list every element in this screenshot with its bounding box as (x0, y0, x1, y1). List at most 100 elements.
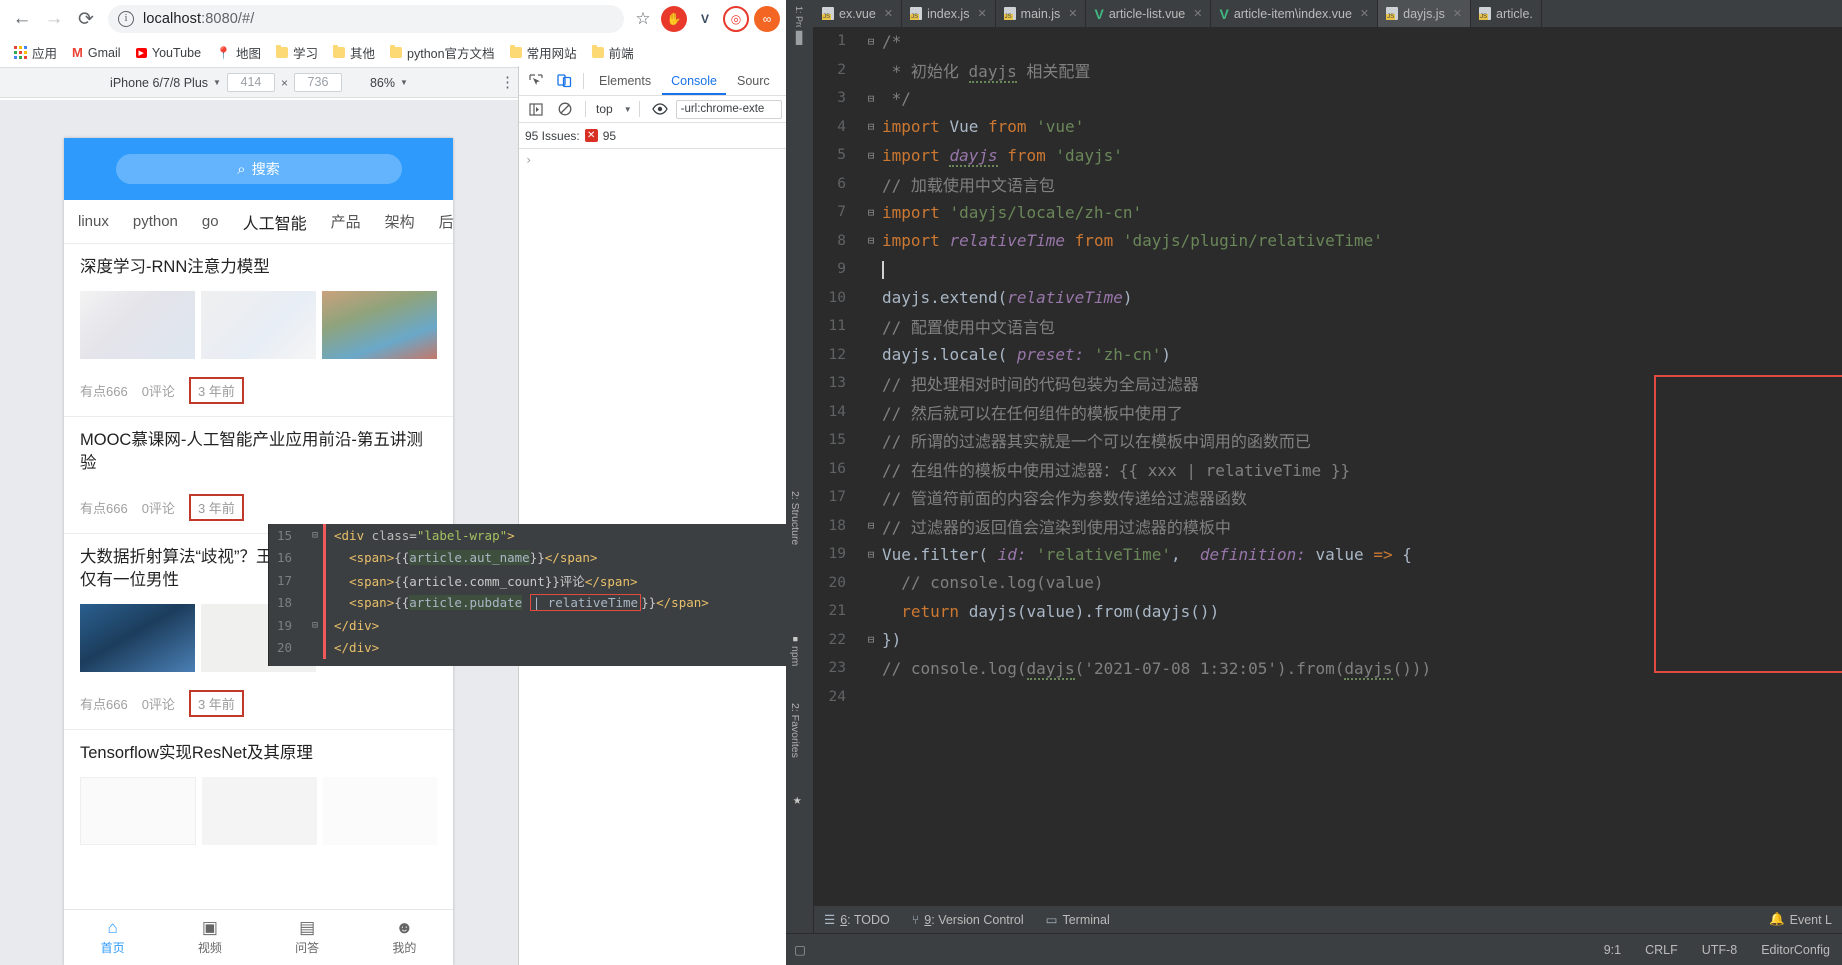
inspect-element-icon[interactable] (523, 69, 549, 93)
hide-toolwindows-icon[interactable]: ▢ (786, 942, 814, 957)
npm-tool-button[interactable]: npm (789, 642, 801, 670)
left-tool-window-bar: ▉ 2: Structure ▪ npm 2: Favorites ★ (786, 27, 814, 933)
device-zoom-select[interactable]: 86% (370, 76, 395, 90)
extension-icon-3[interactable]: ◎ (723, 6, 749, 32)
close-icon[interactable]: ✕ (1453, 7, 1462, 20)
issues-bar[interactable]: 95 Issues: ✕ 95 (519, 123, 786, 149)
device-toolbar-menu-button[interactable]: ⋮ (500, 75, 515, 90)
execution-context-select[interactable]: top (593, 102, 616, 116)
vue-devtools-extension-icon[interactable]: V (692, 6, 718, 32)
editor-tab-index-js[interactable]: index.js ✕ (902, 0, 996, 27)
search-input[interactable]: ⌕ 搜索 (115, 154, 402, 184)
site-info-icon[interactable]: i (118, 11, 134, 27)
device-width-input[interactable]: 414 (226, 73, 275, 92)
fold-icon[interactable]: ⊟ (307, 530, 323, 541)
close-icon[interactable]: ✕ (884, 7, 893, 20)
article-item[interactable]: MOOC慕课网-人工智能产业应用前沿-第五讲测验 有点666 0评论 3 年前 (64, 417, 453, 535)
clear-console-icon[interactable] (552, 97, 578, 121)
bookmark-apps[interactable]: 应用 (8, 40, 63, 65)
editor-tab-article[interactable]: article. (1471, 0, 1542, 27)
file-encoding[interactable]: UTF-8 (1690, 943, 1749, 957)
editor-tab-article-item-index-vue[interactable]: V article-item\index.vue ✕ (1211, 0, 1379, 27)
tabbar-item-qa[interactable]: ▤ 问答 (259, 910, 356, 965)
close-icon[interactable]: ✕ (1068, 7, 1077, 20)
bookmark-gmail[interactable]: M Gmail (66, 42, 127, 63)
editor-tab-dayjs-js[interactable]: dayjs.js ✕ (1378, 0, 1472, 27)
code-editor[interactable]: 1 ⊟/* 2 * 初始化 dayjs 相关配置 3 ⊟ */ 4 ⊟ import V… (814, 27, 1842, 905)
project-folder-icon[interactable]: ▉ (786, 27, 813, 49)
article-item[interactable]: Tensorflow实现ResNet及其原理 (64, 730, 453, 845)
editor-tab-main-js[interactable]: main.js ✕ (996, 0, 1087, 27)
tab-elements[interactable]: Elements (590, 67, 660, 95)
context-chevron-down-icon[interactable]: ▼ (624, 105, 632, 114)
favorites-star-icon[interactable]: ★ (793, 792, 801, 808)
fold-icon[interactable]: ⊟ (860, 149, 882, 162)
console-filter-input[interactable]: -url:chrome-exte (675, 99, 782, 119)
device-select[interactable]: iPhone 6/7/8 Plus (110, 76, 208, 90)
reload-button[interactable]: ⟳ (70, 3, 102, 35)
extension-icon-4[interactable]: ∞ (754, 6, 780, 32)
editor-tab-label: article-item\index.vue (1233, 6, 1352, 21)
code-text: }) (882, 630, 902, 650)
editor-tab-ex-vue[interactable]: ex.vue ✕ (814, 0, 903, 27)
toggle-device-toolbar-icon[interactable] (551, 69, 577, 93)
tabbar-item-home[interactable]: ⌂ 首页 (64, 910, 161, 965)
close-icon[interactable]: ✕ (977, 7, 986, 20)
channel-tab-product[interactable]: 产品 (331, 207, 361, 236)
bookmark-folder-study[interactable]: 学习 (270, 40, 324, 65)
fold-icon[interactable]: ⊟ (860, 633, 882, 646)
close-icon[interactable]: ✕ (1360, 7, 1369, 20)
bookmark-star-icon[interactable]: ☆ (630, 6, 656, 32)
tool-window-terminal[interactable]: ▭ Terminal (1046, 912, 1110, 928)
project-tab-label[interactable]: 1: Project (794, 2, 804, 27)
bookmark-folder-other[interactable]: 其他 (327, 40, 381, 65)
editorconfig-status[interactable]: EditorConfig (1749, 943, 1842, 957)
tool-window-todo[interactable]: ☰ 6: TODO (824, 912, 890, 928)
bookmark-folder-frontend[interactable]: 前端 (586, 40, 640, 65)
fold-icon[interactable]: ⊟ (860, 35, 882, 48)
live-expression-icon[interactable] (647, 97, 673, 121)
article-item[interactable]: 深度学习-RNN注意力模型 有点666 0评论 3 年前 (64, 244, 453, 417)
event-log-button[interactable]: 🔔 Event L (1769, 912, 1832, 927)
fold-icon[interactable]: ⊟ (860, 92, 882, 105)
caret-position[interactable]: 9:1 (1592, 943, 1633, 957)
channel-tab-backend[interactable]: 后端 (439, 207, 453, 236)
channel-tab-architecture[interactable]: 架构 (385, 207, 415, 236)
fold-icon[interactable]: ⊟ (860, 234, 882, 247)
code-text: */ (882, 88, 911, 108)
bookmark-youtube[interactable]: ▶ YouTube (130, 43, 208, 63)
favorites-tool-button[interactable]: 2: Favorites (789, 699, 801, 762)
chevron-down-icon[interactable]: ▼ (213, 78, 221, 87)
fold-icon[interactable]: ⊟ (860, 519, 882, 532)
forward-button[interactable]: → (38, 3, 70, 35)
adblock-extension-icon[interactable]: ✋ (661, 6, 687, 32)
bookmark-folder-python-docs[interactable]: python官方文档 (384, 40, 501, 65)
zoom-chevron-down-icon[interactable]: ▼ (400, 78, 408, 87)
structure-tool-button[interactable]: 2: Structure (789, 487, 801, 549)
tab-console[interactable]: Console (662, 67, 726, 95)
device-height-input[interactable]: 736 (293, 73, 342, 92)
tabbar-item-mine[interactable]: ☻ 我的 (356, 910, 453, 965)
console-sidebar-icon[interactable] (523, 97, 549, 121)
fold-icon[interactable]: ⊟ (307, 620, 323, 631)
code-line: 13 // 把处理相对时间的代码包装为全局过滤器 (814, 369, 1842, 398)
console-prompt[interactable]: › (519, 149, 786, 171)
tool-window-version-control[interactable]: ⑂ 9: Version Control (912, 913, 1024, 927)
tab-sources[interactable]: Sourc (728, 67, 779, 95)
address-bar[interactable]: i localhost:8080/#/ (108, 5, 624, 33)
fold-icon[interactable]: ⊟ (860, 120, 882, 133)
back-button[interactable]: ← (6, 3, 38, 35)
fold-icon[interactable]: ⊟ (860, 548, 882, 561)
channel-tab-go[interactable]: go (202, 209, 219, 234)
bookmark-folder-common-sites[interactable]: 常用网站 (504, 40, 583, 65)
line-separator[interactable]: CRLF (1633, 943, 1690, 957)
line-number: 3 (837, 90, 846, 107)
bookmark-maps[interactable]: 📍 地图 (210, 40, 267, 65)
fold-icon[interactable]: ⊟ (860, 206, 882, 219)
tabbar-item-video[interactable]: ▣ 视频 (161, 910, 258, 965)
close-icon[interactable]: ✕ (1193, 7, 1202, 20)
editor-tab-article-list-vue[interactable]: V article-list.vue ✕ (1086, 0, 1212, 27)
channel-tab-linux[interactable]: linux (78, 209, 109, 234)
channel-tab-python[interactable]: python (133, 209, 178, 234)
channel-tab-ai[interactable]: 人工智能 (243, 206, 307, 238)
